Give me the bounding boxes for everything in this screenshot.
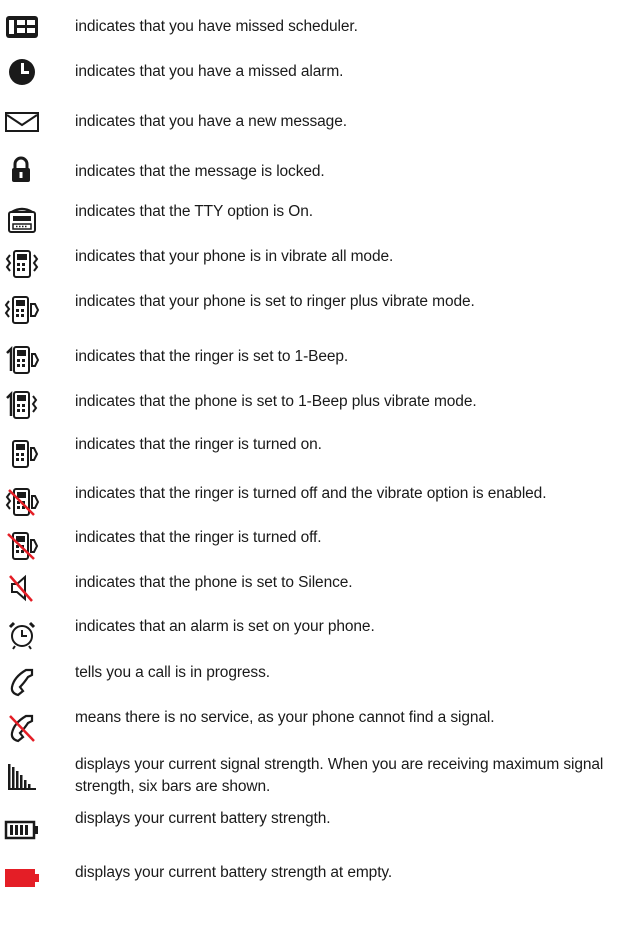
battery-empty-icon	[4, 863, 40, 893]
item-text: means there is no service, as your phone…	[75, 709, 495, 726]
silence-icon	[4, 573, 40, 603]
item-text: indicates that your phone is in vibrate …	[75, 248, 394, 265]
item-text: indicates that you have missed scheduler…	[75, 18, 358, 35]
item-text: indicates that you have a new message.	[75, 113, 347, 130]
item-text: indicates that the ringer is turned on.	[75, 436, 322, 453]
item-text: indicates that the message is locked.	[75, 163, 325, 180]
item-text: displays your current signal strength. W…	[75, 756, 604, 795]
lock-icon	[4, 156, 40, 186]
call-in-progress-icon	[4, 667, 40, 697]
one-beep-vibrate-icon	[4, 390, 40, 420]
one-beep-icon	[4, 345, 40, 375]
item-text: indicates that the ringer is turned off …	[75, 485, 547, 502]
ringer-off-vibrate-icon	[4, 487, 40, 517]
item-text: indicates that the ringer is set to 1-Be…	[75, 348, 349, 365]
ringer-plus-vibrate-icon	[4, 295, 40, 325]
ringer-on-icon	[4, 439, 40, 469]
tty-icon	[4, 206, 40, 236]
alarm-set-icon	[4, 620, 40, 650]
item-text: indicates that the TTY option is On.	[75, 203, 313, 220]
ringer-off-icon	[4, 531, 40, 561]
missed-alarm-icon	[4, 57, 40, 87]
item-text: indicates that you have a missed alarm.	[75, 63, 344, 80]
item-text: indicates that the phone is set to Silen…	[75, 574, 353, 591]
item-text: displays your current battery strength a…	[75, 864, 393, 881]
item-text: tells you a call is in progress.	[75, 664, 270, 681]
item-text: displays your current battery strength.	[75, 810, 331, 827]
item-text: indicates that your phone is set to ring…	[75, 293, 475, 310]
battery-icon	[4, 815, 40, 845]
no-service-icon	[4, 713, 40, 743]
signal-strength-icon	[4, 762, 40, 792]
item-text: indicates that the ringer is turned off.	[75, 529, 322, 546]
missed-scheduler-icon	[4, 12, 40, 42]
vibrate-all-icon	[4, 249, 40, 279]
item-text: indicates that an alarm is set on your p…	[75, 618, 375, 635]
item-text: indicates that the phone is set to 1-Bee…	[75, 393, 477, 410]
new-message-icon	[4, 107, 40, 137]
